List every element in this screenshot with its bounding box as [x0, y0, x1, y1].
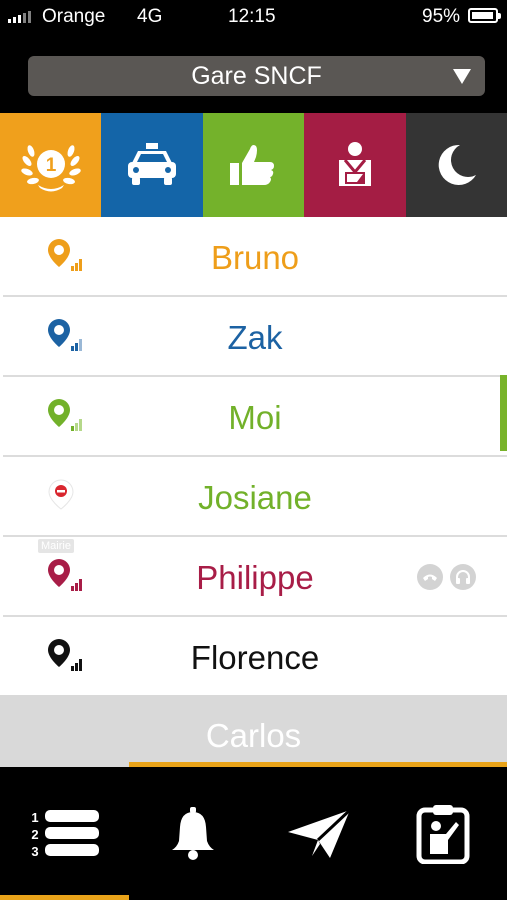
status-bar: Orange 4G 12:15 95%	[0, 0, 507, 34]
nav-send[interactable]	[256, 767, 382, 900]
nav-ranked-list[interactable]: 1 2 3	[2, 767, 128, 900]
driver-name: Zak	[227, 319, 283, 356]
driver-row[interactable]: Bruno	[3, 217, 507, 297]
driver-name: Florence	[190, 639, 320, 676]
thumbs-up-icon	[230, 145, 275, 185]
headset-icon[interactable]	[450, 564, 476, 590]
carrier-name: Orange	[42, 6, 106, 27]
driver-name: Josiane	[198, 479, 312, 516]
battery-icon	[468, 8, 501, 23]
phone-hangup-icon[interactable]	[417, 564, 443, 590]
station-dropdown-value: Gare SNCF	[191, 61, 322, 90]
driver-name: Bruno	[210, 239, 300, 276]
nav-clipboard[interactable]	[380, 767, 506, 900]
driver-name: Carlos	[205, 717, 302, 754]
driver-person-icon	[338, 142, 371, 186]
rank-2-label: 2	[31, 827, 38, 842]
dropdown-arrow-icon	[453, 69, 471, 84]
tile-ranking[interactable]: 1	[0, 113, 102, 217]
rank-number: 1	[45, 155, 56, 176]
battery-percent: 95%	[422, 6, 461, 27]
clock: 12:15	[228, 6, 276, 27]
tile-driver[interactable]	[304, 113, 406, 217]
laurel-rank-icon: 1	[20, 145, 81, 192]
driver-row[interactable]: Josiane	[3, 457, 507, 537]
driver-row[interactable]: Philippe	[3, 537, 507, 617]
tile-taxi[interactable]	[101, 113, 203, 217]
driver-row-carlos[interactable]: Carlos	[0, 695, 507, 767]
rank-1-label: 1	[31, 810, 38, 825]
bottom-nav: 1 2 3	[0, 767, 507, 900]
signal-strength-icon	[8, 11, 31, 23]
category-tiles: 1	[0, 113, 507, 217]
driver-name: Moi	[228, 399, 282, 436]
location-tag: Mairie	[38, 539, 74, 553]
driver-list: Bruno Zak Moi Josiane Philippe Florence …	[0, 217, 507, 767]
rank-3-label: 3	[31, 844, 38, 859]
selected-indicator	[500, 375, 507, 451]
moon-icon	[438, 144, 477, 185]
driver-row-selected[interactable]: Moi	[3, 375, 507, 457]
tile-night[interactable]	[405, 113, 507, 217]
paper-plane-icon	[288, 808, 352, 858]
station-dropdown[interactable]: Gare SNCF	[28, 56, 485, 96]
clipboard-person-icon	[416, 804, 470, 864]
bell-icon	[172, 806, 214, 860]
taxi-icon	[128, 143, 177, 185]
driver-row[interactable]: Zak	[3, 297, 507, 377]
ranked-list-icon: 1 2 3	[31, 809, 99, 859]
nav-notifications[interactable]	[130, 767, 256, 900]
tile-thumbs-up[interactable]	[202, 113, 305, 217]
network-type: 4G	[137, 6, 163, 27]
nav-active-indicator	[0, 895, 129, 900]
driver-row[interactable]: Florence	[3, 617, 507, 697]
